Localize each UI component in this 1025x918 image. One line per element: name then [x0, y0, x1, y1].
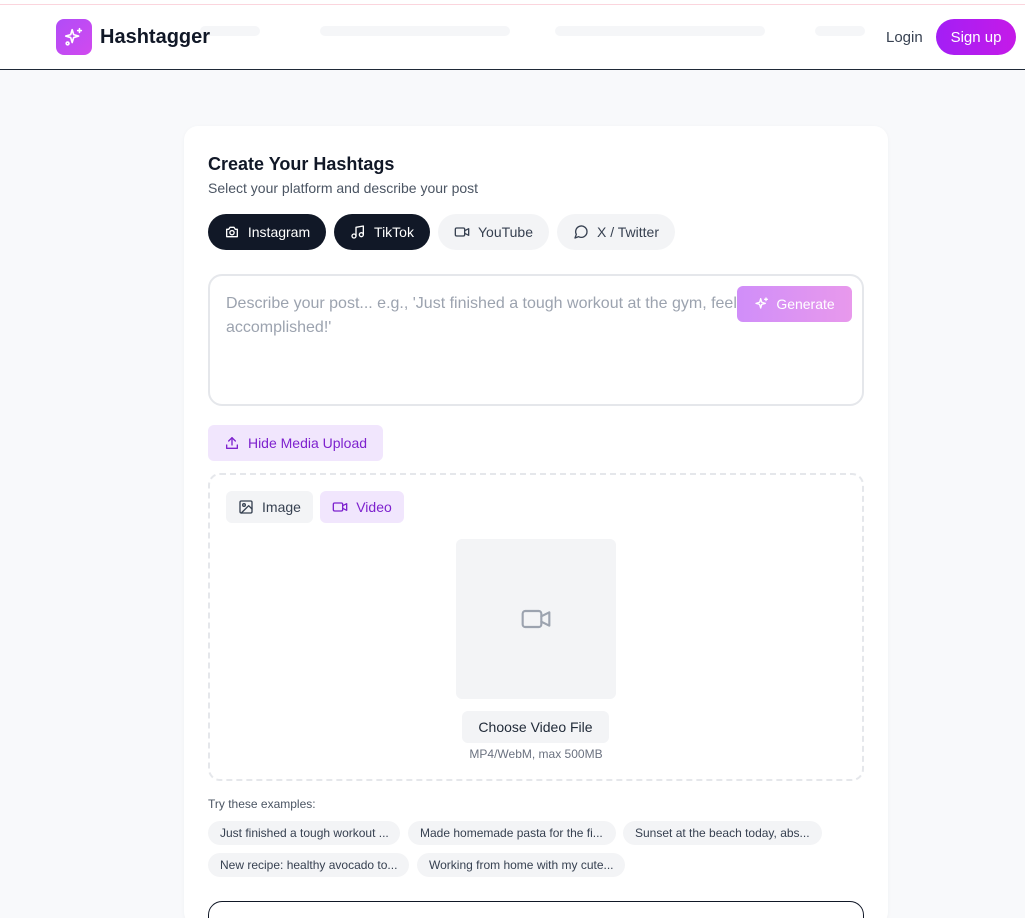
post-description-placeholder: Describe your post... e.g., 'Just finish…: [226, 292, 766, 340]
hide-media-upload-button[interactable]: Hide Media Upload: [208, 425, 383, 461]
faded-nav-placeholder: [815, 26, 865, 36]
chat-bubble-icon: [574, 225, 588, 239]
logo[interactable]: [56, 19, 92, 55]
image-icon: [239, 500, 253, 514]
camera-icon: [225, 226, 238, 238]
sparkles-icon: [64, 27, 83, 46]
media-tab-image[interactable]: Image: [226, 491, 313, 523]
video-camera-icon: [521, 609, 551, 629]
video-camera-icon: [332, 502, 348, 512]
media-tab-label: Image: [262, 499, 301, 515]
video-camera-icon: [454, 227, 470, 237]
music-note-icon: [351, 225, 365, 239]
platform-label: TikTok: [374, 224, 414, 240]
platform-instagram-button[interactable]: Instagram: [208, 214, 326, 250]
signup-button[interactable]: Sign up: [936, 19, 1016, 55]
media-tab-label: Video: [356, 499, 392, 515]
example-chip[interactable]: Working from home with my cute...: [417, 853, 625, 877]
header-accent-line: [0, 4, 1025, 5]
example-chip[interactable]: Just finished a tough workout ...: [208, 821, 400, 845]
sparkles-icon: [755, 297, 769, 309]
platform-youtube-button[interactable]: YouTube: [438, 214, 549, 250]
platform-tiktok-button[interactable]: TikTok: [334, 214, 430, 250]
file-format-hint: MP4/WebM, max 500MB: [469, 747, 603, 761]
example-chip[interactable]: New recipe: healthy avocado to...: [208, 853, 409, 877]
placeholder-line: accomplished!': [226, 319, 332, 336]
platform-x-twitter-button[interactable]: X / Twitter: [557, 214, 675, 250]
example-chip[interactable]: Made homemade pasta for the fi...: [408, 821, 616, 845]
generate-label: Generate: [776, 296, 835, 312]
login-link[interactable]: Login: [886, 29, 923, 46]
platform-label: YouTube: [477, 224, 533, 240]
media-tab-video[interactable]: Video: [320, 491, 404, 523]
generate-button[interactable]: Generate: [737, 286, 852, 322]
choose-video-file-button[interactable]: Choose Video File: [462, 711, 609, 743]
card-title: Create Your Hashtags: [208, 154, 395, 174]
video-preview-placeholder: [456, 539, 616, 699]
faded-nav-placeholder: [320, 26, 510, 36]
results-panel: [208, 901, 864, 918]
brand-name[interactable]: Hashtagger: [100, 26, 210, 49]
platform-label: X / Twitter: [597, 224, 659, 240]
placeholder-line: Describe your post... e.g., 'Just finish…: [226, 295, 759, 312]
upload-icon: [225, 437, 238, 449]
example-chip[interactable]: Sunset at the beach today, abs...: [623, 821, 822, 845]
examples-label: Try these examples:: [208, 797, 316, 811]
platform-label: Instagram: [247, 224, 311, 240]
faded-nav-placeholder: [555, 26, 765, 36]
hide-media-label: Hide Media Upload: [247, 435, 368, 451]
card-subtitle: Select your platform and describe your p…: [208, 180, 479, 196]
